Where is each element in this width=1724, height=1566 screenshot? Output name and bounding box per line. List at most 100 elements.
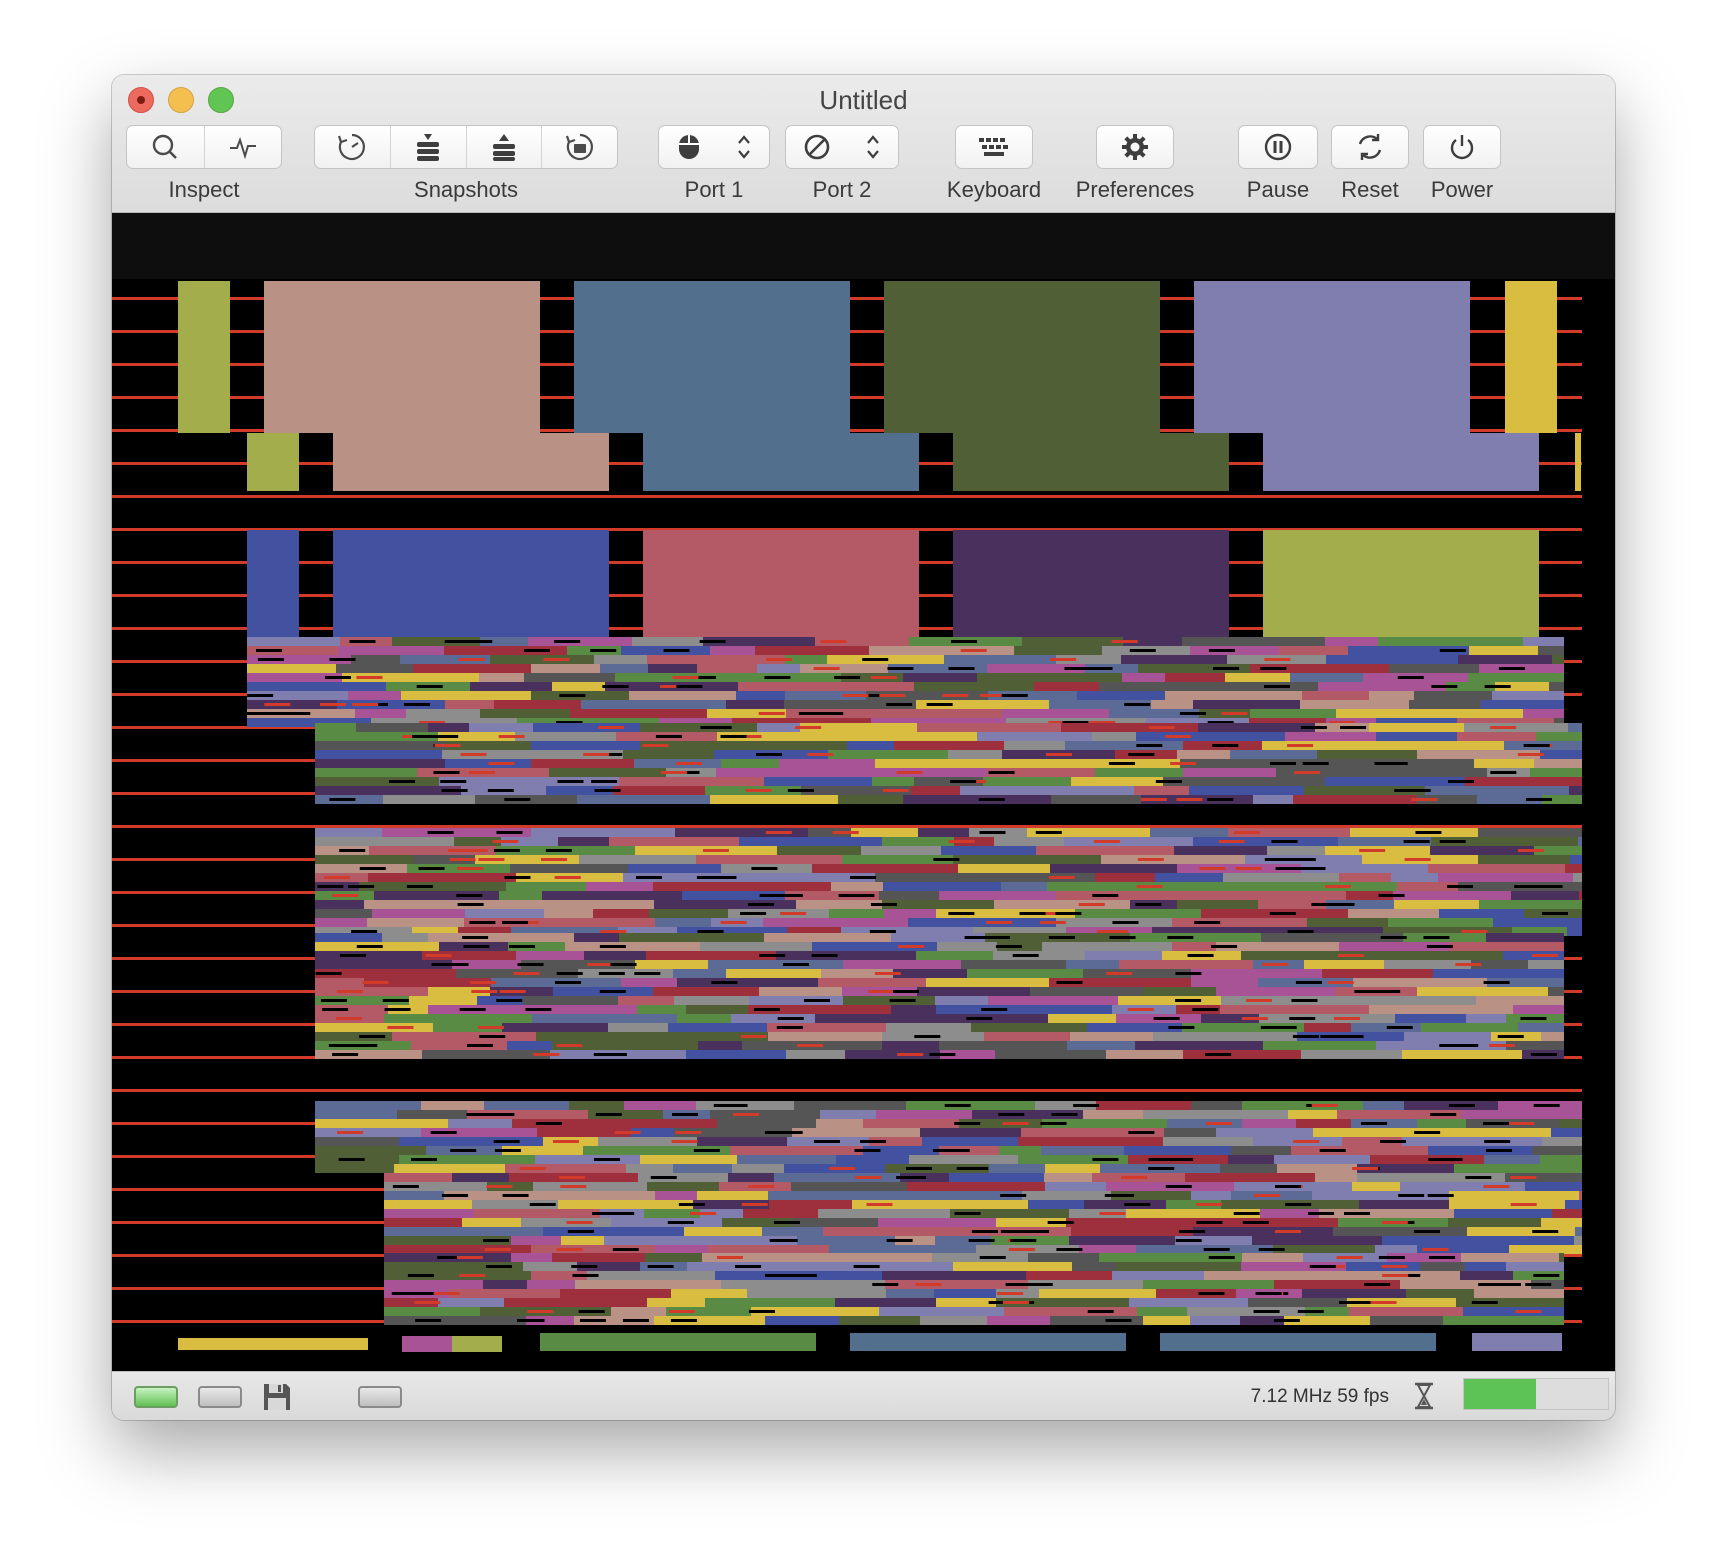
raster-bar <box>981 1008 1008 1011</box>
port2-popup[interactable] <box>786 126 898 168</box>
reset-button[interactable] <box>1332 126 1408 168</box>
raster-bar <box>1421 1023 1518 1032</box>
raster-bar <box>247 694 274 697</box>
raster-bar <box>1454 1209 1552 1218</box>
raster-bar <box>1136 732 1285 741</box>
raster-bar <box>1242 1221 1269 1224</box>
snapshot-eject-button[interactable] <box>467 126 543 168</box>
raster-bar <box>896 1176 923 1179</box>
raster-bar <box>1073 1104 1100 1107</box>
raster-bar <box>511 1236 561 1245</box>
raster-bar <box>882 900 994 909</box>
raster-bar <box>558 837 609 846</box>
raster-bar <box>384 1307 480 1316</box>
raster-bar <box>1134 786 1189 795</box>
raster-bar <box>402 1336 452 1352</box>
hourglass-icon[interactable] <box>1413 1381 1435 1411</box>
raster-bar <box>1035 831 1062 834</box>
raster-bar <box>323 876 350 879</box>
snapshot-take-button[interactable] <box>315 126 391 168</box>
raster-bar <box>1454 1236 1574 1245</box>
raster-bar <box>964 936 991 939</box>
raster-bar <box>348 885 375 888</box>
raster-bar <box>315 768 417 777</box>
activity-meter <box>1463 1378 1609 1410</box>
raster-bar <box>929 1053 956 1056</box>
raster-bar <box>1337 954 1364 957</box>
raster-bar <box>1336 1256 1363 1259</box>
raster-bar <box>810 1262 953 1271</box>
raster-bar <box>875 759 1003 768</box>
raster-bar <box>1242 1101 1363 1110</box>
raster-bar <box>766 658 793 661</box>
raster-bar <box>838 795 903 804</box>
raster-bar <box>776 1026 803 1029</box>
raster-bar <box>1174 846 1267 855</box>
raster-bar <box>324 676 351 679</box>
raster-bar <box>836 1155 909 1164</box>
raster-bar <box>1051 795 1141 804</box>
raster-bar <box>425 954 452 957</box>
raster-bar <box>1218 840 1245 843</box>
raster-bar <box>823 1227 940 1236</box>
raster-bar <box>1465 1176 1492 1179</box>
raster-bar <box>1353 978 1487 987</box>
snapshot-restore-button[interactable] <box>542 126 617 168</box>
power-button[interactable] <box>1424 126 1500 168</box>
raster-bar <box>1289 1017 1316 1020</box>
raster-bar <box>1525 1283 1552 1286</box>
monitor-button[interactable] <box>205 126 282 168</box>
raster-bar <box>332 894 359 897</box>
raster-bar <box>866 1203 893 1206</box>
emulator-screen[interactable] <box>112 213 1615 1371</box>
raster-bar <box>1263 1041 1376 1050</box>
raster-bar <box>961 960 1066 969</box>
inspect-button[interactable] <box>127 126 205 168</box>
raster-bar <box>459 1274 486 1277</box>
drive-df1-icon[interactable] <box>198 1386 242 1408</box>
raster-bar <box>470 682 552 691</box>
raster-bar <box>1273 1245 1375 1254</box>
raster-bar <box>842 694 869 697</box>
raster-bar <box>954 1212 981 1215</box>
snapshot-stack-button[interactable] <box>391 126 467 168</box>
port1-popup[interactable] <box>659 126 769 168</box>
raster-bar <box>1119 960 1253 969</box>
raster-bar <box>1523 709 1564 718</box>
drive-df0-icon[interactable] <box>134 1386 178 1408</box>
raster-bar <box>1143 1316 1190 1325</box>
raster-bar <box>557 780 584 783</box>
keyboard-button[interactable] <box>956 126 1032 168</box>
raster-bar <box>1525 798 1552 801</box>
raster-bar <box>753 1008 780 1011</box>
raster-bar <box>394 1164 505 1173</box>
raster-bar <box>1264 658 1291 661</box>
raster-bar <box>751 867 778 870</box>
raster-bar <box>648 664 697 673</box>
keyboard-label: Keyboard <box>946 177 1042 202</box>
snapshot-take-icon <box>338 133 366 161</box>
raster-bar <box>387 1026 414 1029</box>
raster-bar <box>812 864 958 873</box>
raster-bar <box>1253 891 1346 900</box>
raster-bar <box>462 936 489 939</box>
raster-bar <box>740 912 767 915</box>
snapshots-label: Snapshots <box>414 177 518 202</box>
raster-bar <box>510 864 628 873</box>
raster-bar <box>1111 640 1138 643</box>
raster-bar <box>315 741 447 750</box>
raster-bar <box>1196 1203 1223 1206</box>
preferences-button[interactable] <box>1097 126 1173 168</box>
raster-bar <box>1292 1035 1319 1038</box>
raster-bar <box>1364 1283 1391 1286</box>
raster-bar <box>1109 1218 1246 1227</box>
raster-bar <box>1417 987 1548 996</box>
raster-bar <box>418 867 445 870</box>
pause-button[interactable] <box>1239 126 1317 168</box>
raster-bar <box>515 732 616 741</box>
drive-df2-icon[interactable] <box>358 1386 402 1408</box>
raster-bar <box>1064 837 1193 846</box>
raster-bar <box>1380 936 1407 939</box>
floppy-icon[interactable] <box>262 1382 292 1412</box>
raster-bar <box>643 530 919 637</box>
